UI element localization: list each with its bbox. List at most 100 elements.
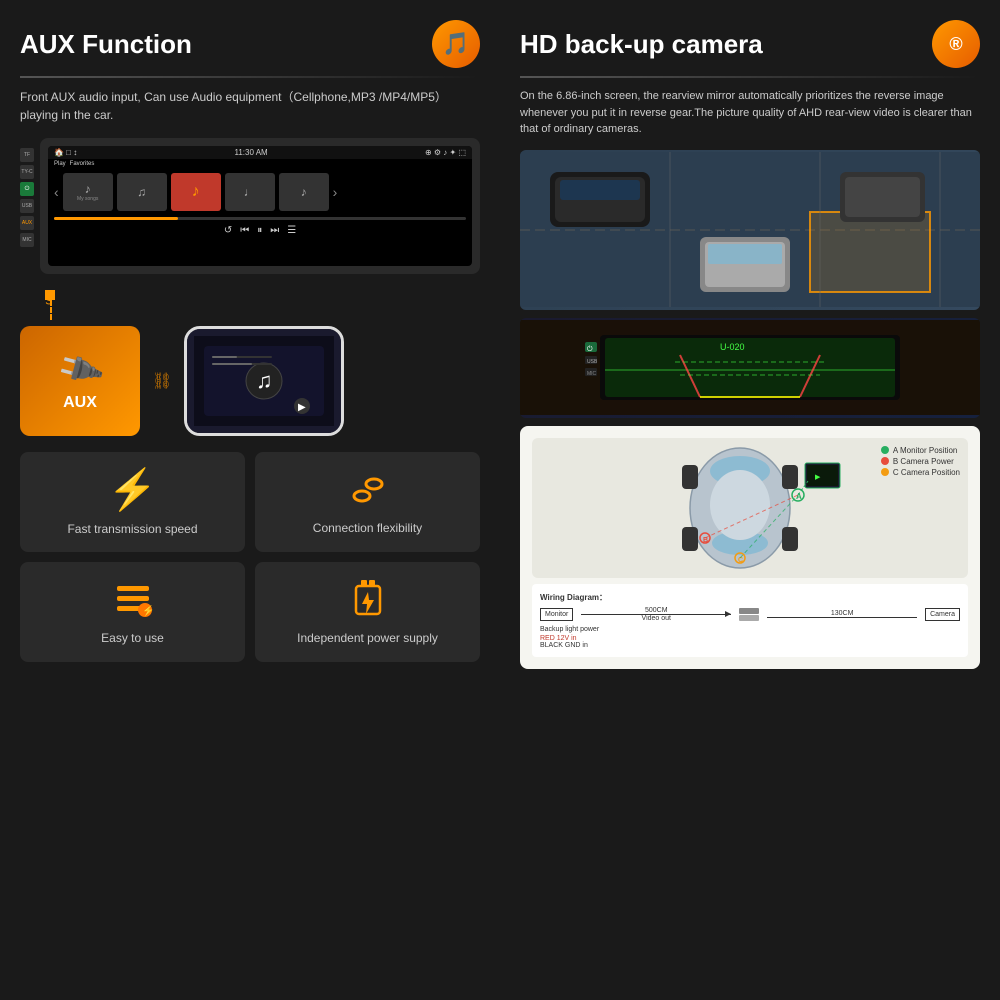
stereo-screen: 🏠 □ ↕ 11:30 AM ⊕ ⚙ ♪ ✦ ⬚ Play Favorites … xyxy=(48,146,472,266)
car-illustration-svg: A ▶ C B xyxy=(650,443,850,573)
aux-plug-icon: 🔌 xyxy=(53,343,107,396)
connector-2 xyxy=(739,615,759,621)
aux-divider xyxy=(20,76,480,78)
stereo-status-icons: ⊕ ⚙ ♪ ✦ ⬚ xyxy=(425,148,466,157)
repeat-button[interactable]: ↺ xyxy=(224,225,232,236)
independent-power-label: Independent power supply xyxy=(297,630,438,647)
next-button[interactable]: › xyxy=(333,184,338,200)
music-card-5[interactable]: ♪ xyxy=(279,173,329,211)
easy-to-use-icon: ⚡ xyxy=(111,578,155,622)
camera-section-header: HD back-up camera ® xyxy=(520,20,980,68)
legend-camera-power-label: B Camera Power xyxy=(893,457,954,466)
legend-dot-red xyxy=(881,457,889,465)
music-card-3[interactable]: ♪ xyxy=(171,173,221,211)
camera-icon-badge: ® xyxy=(932,20,980,68)
music-card-4[interactable]: ♩ xyxy=(225,173,275,211)
stereo-controls: ↺ ⏮ ⏸ ⏭ ☰ xyxy=(48,222,472,239)
legend-camera-pos-label: C Camera Position xyxy=(893,468,960,477)
music-note-2: ♫ xyxy=(137,185,146,199)
aux-box-label: AUX xyxy=(63,394,97,412)
legend-camera-position: C Camera Position xyxy=(881,468,960,477)
feature-card-independent-power: Independent power supply xyxy=(255,562,480,662)
connector-1 xyxy=(739,608,759,614)
cable-line-2 xyxy=(767,617,917,618)
aerial-parking-svg xyxy=(520,152,980,307)
red-wire-label: RED 12V in xyxy=(540,635,960,642)
phone-screen: ♫ ▶ xyxy=(187,329,341,433)
legend-camera-power: B Camera Power xyxy=(881,457,960,466)
cable-arrow xyxy=(725,611,731,617)
cable-2-area: 130CM xyxy=(767,610,917,618)
chain-icon: ⛓ xyxy=(152,371,172,391)
backup-camera-svg: U-020 ⏻ USB MIC xyxy=(520,320,980,415)
mic-button[interactable]: MIC xyxy=(20,233,34,247)
rewind-button[interactable]: ⏮ xyxy=(240,225,249,236)
music-note-5: ♪ xyxy=(301,185,307,199)
independent-power-icon xyxy=(346,578,390,622)
legend-dot-green xyxy=(881,446,889,454)
connection-flexibility-label: Connection flexibility xyxy=(313,520,422,537)
monitor-label: Monitor xyxy=(545,611,568,618)
music-grid: ‹ ♪ My songs ♫ ♪ ♩ ♪ xyxy=(48,169,472,215)
play-pause-button[interactable]: ⏸ xyxy=(257,225,262,236)
svg-text:U-020: U-020 xyxy=(720,342,745,352)
tyc-button[interactable]: TY-C xyxy=(20,165,34,179)
music-card-1[interactable]: ♪ My songs xyxy=(63,173,113,211)
camera-title: HD back-up camera xyxy=(520,29,763,60)
right-panel: HD back-up camera ® On the 6.86-inch scr… xyxy=(500,0,1000,1000)
backup-light-label: Backup light power xyxy=(540,626,960,633)
stereo-icons-row: Play Favorites xyxy=(48,159,472,169)
wiring-diagram-container: A Monitor Position B Camera Power C Came… xyxy=(520,426,980,669)
aerial-camera-view xyxy=(520,150,980,310)
stereo-wrapper: TF TY-C ⏻ USB AUX MIC 🏠 □ ↕ 11:30 AM ⊕ ⚙… xyxy=(20,138,480,284)
stereo-progress-bar[interactable] xyxy=(54,217,466,220)
svg-text:⚡: ⚡ xyxy=(142,604,154,617)
stereo-statusbar: 🏠 □ ↕ 11:30 AM ⊕ ⚙ ♪ ✦ ⬚ xyxy=(48,146,472,159)
connector-area xyxy=(739,608,759,621)
dashed-connector xyxy=(50,300,52,320)
phone-mockup: ♫ ▶ xyxy=(184,326,344,436)
black-wire-label: BLACK GND in xyxy=(540,642,960,649)
lightning-icon: ⚡ xyxy=(108,466,158,513)
svg-text:⏻: ⏻ xyxy=(587,345,593,353)
stereo-side-buttons: TF TY-C ⏻ USB AUX MIC xyxy=(20,138,34,247)
aux-badge-icon: 🎵 xyxy=(442,31,469,57)
feature-grid: ⚡ Fast transmission speed Connection fle… xyxy=(20,452,480,662)
registered-icon: ® xyxy=(949,34,962,55)
feature-card-connection-flexibility: Connection flexibility xyxy=(255,452,480,552)
music-note-3: ♪ xyxy=(192,183,200,201)
music-card-2[interactable]: ♫ xyxy=(117,173,167,211)
connection-symbol: § xyxy=(45,290,55,300)
svg-text:MIC: MIC xyxy=(587,371,597,377)
aux-icon-badge: 🎵 xyxy=(432,20,480,68)
list-button[interactable]: ☰ xyxy=(287,225,296,236)
fast-forward-button[interactable]: ⏭ xyxy=(270,225,279,236)
left-panel: AUX Function 🎵 Front AUX audio input, Ca… xyxy=(0,0,500,1000)
monitor-box: Monitor xyxy=(540,608,573,621)
camera-description: On the 6.86-inch screen, the rearview mi… xyxy=(520,88,980,138)
camera-divider xyxy=(520,76,980,78)
cable-length-2: 130CM xyxy=(831,610,854,617)
stereo-screen-container: 🏠 □ ↕ 11:30 AM ⊕ ⚙ ♪ ✦ ⬚ Play Favorites … xyxy=(40,138,480,274)
play-label: Play xyxy=(54,161,66,167)
power-button[interactable]: ⏻ xyxy=(20,182,34,196)
aux-description: Front AUX audio input, Can use Audio equ… xyxy=(20,88,480,124)
car-diagram-area: A Monitor Position B Camera Power C Came… xyxy=(532,438,968,578)
power-wiring-row: Backup light power RED 12V in BLACK GND … xyxy=(540,626,960,649)
diagram-legend: A Monitor Position B Camera Power C Came… xyxy=(881,446,960,477)
camera-box: Camera xyxy=(925,608,960,621)
svg-text:USB: USB xyxy=(587,359,598,365)
camera-label: Camera xyxy=(930,611,955,618)
prev-button[interactable]: ‹ xyxy=(54,184,59,200)
music-note-4: ♩ xyxy=(244,185,256,199)
connection-flexibility-icon xyxy=(346,468,390,512)
feature-card-easy-to-use: ⚡ Easy to use xyxy=(20,562,245,662)
aux-button[interactable]: AUX xyxy=(20,216,34,230)
legend-monitor-label: A Monitor Position xyxy=(893,446,957,455)
backup-camera-view: U-020 ⏻ USB MIC xyxy=(520,318,980,418)
tf-button[interactable]: TF xyxy=(20,148,34,162)
video-out-label: Video out xyxy=(642,615,671,622)
usb-button[interactable]: USB xyxy=(20,199,34,213)
music-note-1: ♪ xyxy=(85,182,91,196)
svg-text:▶: ▶ xyxy=(815,474,821,481)
